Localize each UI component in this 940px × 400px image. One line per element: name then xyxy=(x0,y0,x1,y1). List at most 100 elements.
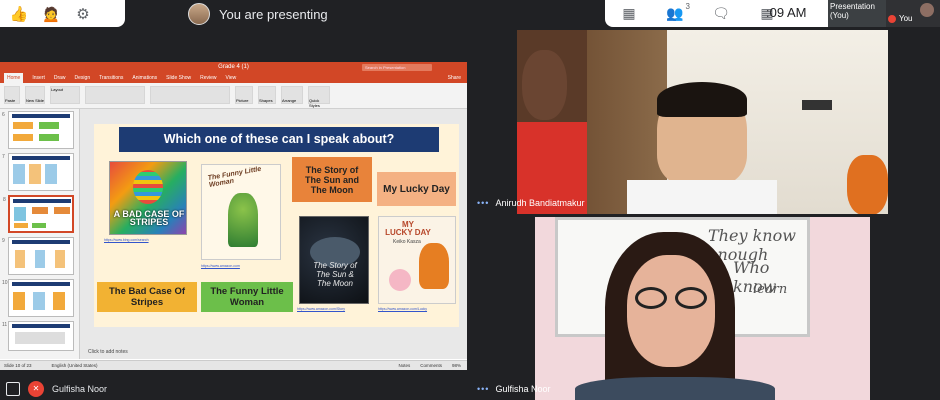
thumb-block xyxy=(33,292,45,310)
book-cover-funny-woman: The Funny Little Woman xyxy=(201,164,281,260)
slide-thumb[interactable]: 6 xyxy=(2,111,74,149)
clock: :09 AM xyxy=(766,5,807,20)
funny-cover-art xyxy=(228,193,258,247)
paragraph-group[interactable] xyxy=(150,86,230,104)
thumb-block xyxy=(32,223,46,228)
funny-link[interactable]: https://www.amazon.com xyxy=(201,264,281,268)
stripes-link[interactable]: https://www.bing.com/search xyxy=(104,238,194,242)
slide-question: Which one of these can I speak about? xyxy=(119,127,439,152)
tab-insert[interactable]: Insert xyxy=(32,73,45,83)
slide-number: 10 xyxy=(2,280,8,286)
present-screen-icon[interactable] xyxy=(6,382,20,396)
orange-object xyxy=(847,155,888,214)
gear-icon[interactable]: ⚙ xyxy=(70,3,96,25)
more-options-icon[interactable]: ••• xyxy=(477,198,489,208)
whiteboard-line3: learn xyxy=(753,282,788,297)
thumb-block xyxy=(15,332,65,344)
sun-moon-link[interactable]: https://www.amazon.com/Story xyxy=(297,307,373,311)
notes-placeholder[interactable]: Click to add notes xyxy=(88,349,128,355)
you-tile[interactable]: You xyxy=(886,0,940,27)
label-bad-case[interactable]: The Bad Case Of Stripes xyxy=(97,282,197,312)
ppt-status-bar: Slide 10 of 23 English (United States) N… xyxy=(0,360,467,370)
stripes-face-art xyxy=(133,170,163,204)
font-group[interactable] xyxy=(85,86,145,104)
arrange-button[interactable]: Arrange xyxy=(281,86,303,104)
self-name: Gulfisha Noor xyxy=(52,384,108,394)
new-slide-button[interactable]: New Slide xyxy=(25,86,45,104)
self-camera-thumb xyxy=(920,3,934,17)
gulfisha-name: Gulfisha Noor xyxy=(495,384,551,394)
slide-canvas: Which one of these can I speak about? A … xyxy=(80,109,467,359)
book-cover-sun-moon: The Story of The Sun & The Moon xyxy=(299,216,369,304)
slide-thumb[interactable]: 10 xyxy=(2,279,74,317)
tab-design[interactable]: Design xyxy=(75,73,91,83)
current-slide[interactable]: Which one of these can I speak about? A … xyxy=(94,124,459,327)
notes-toggle[interactable]: Notes xyxy=(398,363,410,368)
zoom-level[interactable]: 98% xyxy=(452,363,461,368)
slide-number: 11 xyxy=(2,322,8,328)
layout-button[interactable]: Layout xyxy=(50,86,80,104)
slide-thumb[interactable]: 9 xyxy=(2,237,74,275)
label-funny-woman[interactable]: The Funny Little Woman xyxy=(201,282,293,312)
you-tile-label: You xyxy=(899,14,913,23)
status-right: Notes Comments 98% xyxy=(398,363,467,368)
video-tile-gulfisha[interactable]: They know enough Who know learn xyxy=(535,217,870,400)
more-options-icon[interactable]: ••• xyxy=(477,384,489,394)
thumb-title xyxy=(12,240,70,244)
slide-thumb[interactable]: 7 xyxy=(2,153,74,191)
chat-icon[interactable]: 🗨 xyxy=(709,3,733,25)
ppt-search-input[interactable]: Search in Presentation xyxy=(362,64,432,71)
thumb-block xyxy=(13,292,25,310)
presentation-tile[interactable]: Presentation (You) xyxy=(828,0,886,27)
paste-button[interactable]: Paste xyxy=(4,86,20,104)
thumb-block xyxy=(14,207,26,221)
label-story-sun-moon[interactable]: The Story of The Sun and The Moon xyxy=(292,157,372,202)
grid-icon[interactable]: ▦ xyxy=(617,3,641,25)
thumb-block xyxy=(39,122,59,129)
avatar-icon[interactable]: 🙍 xyxy=(38,3,64,25)
lucky-link[interactable]: https://www.amazon.com/Lucky xyxy=(378,307,456,311)
comments-toggle[interactable]: Comments xyxy=(420,363,442,368)
mic-off-icon[interactable]: ✕ xyxy=(28,381,44,397)
share-button[interactable]: Share xyxy=(448,73,461,83)
child-shirt xyxy=(627,180,777,214)
stripes-cover-title: A BAD CASE OF STRIPES xyxy=(113,209,185,227)
avatar xyxy=(188,3,210,25)
thumb-block xyxy=(53,292,65,310)
tab-home[interactable]: Home xyxy=(4,73,24,83)
picture-button[interactable]: Picture xyxy=(235,86,253,104)
participant-name-gulfisha: ••• Gulfisha Noor xyxy=(477,384,550,394)
people-icon[interactable]: 👥 3 xyxy=(663,2,690,25)
presentation-tile-label: Presentation (You) xyxy=(830,2,875,20)
slide-thumb-active[interactable]: 8 xyxy=(3,195,74,233)
tab-slide-show[interactable]: Slide Show xyxy=(166,73,191,83)
tab-review[interactable]: Review xyxy=(200,73,216,83)
thumb-block xyxy=(54,207,70,214)
label-lucky-day[interactable]: My Lucky Day xyxy=(377,172,456,206)
shapes-button[interactable]: Shapes xyxy=(258,86,276,104)
lucky-cover-author: Keiko Kasza xyxy=(393,239,421,245)
thumb-title xyxy=(13,199,71,203)
shared-presentation: Grade 4 (1) Search in Presentation Home … xyxy=(0,62,467,370)
thumb-block xyxy=(14,223,28,228)
tab-transitions[interactable]: Transitions xyxy=(99,73,123,83)
status-language[interactable]: English (United States) xyxy=(52,363,98,368)
status-slide: Slide 10 of 23 xyxy=(4,363,32,368)
slide-thumb[interactable]: 11 xyxy=(2,321,74,351)
ppt-tabs: Home Insert Draw Design Transitions Anim… xyxy=(0,73,467,83)
thumb-title xyxy=(12,282,70,286)
tab-animations[interactable]: Animations xyxy=(132,73,157,83)
video-tile-anirudh[interactable] xyxy=(517,30,888,214)
sun-moon-cover-title: The Story of The Sun & The Moon xyxy=(313,261,357,288)
thumb-block xyxy=(39,134,59,141)
power-strip xyxy=(802,100,832,110)
raise-hand-icon[interactable]: 👍 xyxy=(6,3,32,25)
tab-view[interactable]: View xyxy=(226,73,237,83)
self-bar: ✕ Gulfisha Noor xyxy=(0,378,107,400)
mic-off-icon xyxy=(888,14,896,23)
thumb-title xyxy=(12,324,70,328)
quick-styles-button[interactable]: Quick Styles xyxy=(308,86,330,108)
tab-draw[interactable]: Draw xyxy=(54,73,66,83)
thumb-title xyxy=(12,114,70,118)
funny-cover-title: The Funny Little Woman xyxy=(207,165,262,189)
